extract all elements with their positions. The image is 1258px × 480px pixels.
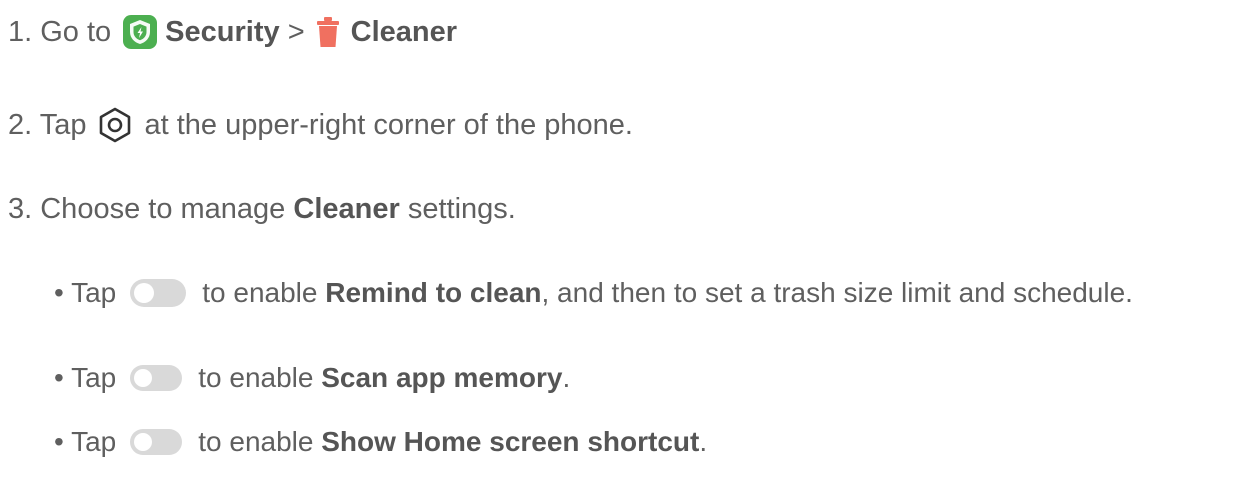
show-home-screen-shortcut-toggle[interactable] <box>130 429 183 455</box>
security-label: Security <box>165 16 280 48</box>
show-home-screen-shortcut-label: Show Home screen shortcut <box>321 426 700 457</box>
step-3: 3. Choose to manage Cleaner settings. <box>8 191 516 227</box>
remind-to-clean-label: Remind to clean <box>325 277 542 308</box>
trash-icon <box>315 16 341 48</box>
toggle-knob <box>134 369 153 387</box>
cleaner-label: Cleaner <box>350 16 458 48</box>
bullet-show-home-screen-shortcut: • Tap to enable Show Home screen shortcu… <box>54 424 707 460</box>
settings-gear-icon <box>98 107 132 143</box>
bullet-prefix: • Tap <box>54 426 117 457</box>
bullet-middle: to enable <box>198 362 314 393</box>
step-3-suffix: settings. <box>407 193 516 225</box>
bullet-scan-app-memory: • Tap to enable Scan app memory . <box>54 360 570 396</box>
step-1-prefix: 1. Go to <box>8 16 112 48</box>
scan-app-memory-label: Scan app memory <box>321 362 563 393</box>
security-shield-icon <box>123 15 158 49</box>
step-2-suffix: at the upper-right corner of the phone. <box>144 109 633 141</box>
toggle-knob <box>134 283 155 303</box>
step-3-cleaner-label: Cleaner <box>293 193 400 225</box>
bullet-middle: to enable <box>198 426 314 457</box>
toggle-knob <box>134 433 153 451</box>
bullet-remind-to-clean: • Tap to enable Remind to clean , and th… <box>54 275 1133 311</box>
remind-to-clean-toggle[interactable] <box>130 279 187 307</box>
scan-app-memory-toggle[interactable] <box>130 365 183 391</box>
step-3-prefix: 3. Choose to manage <box>8 193 286 225</box>
bullet-suffix: , and then to set a trash size limit and… <box>541 277 1133 308</box>
bullet-suffix: . <box>699 426 708 457</box>
bullet-prefix: • Tap <box>54 277 117 308</box>
bullet-prefix: • Tap <box>54 362 117 393</box>
bullet-middle: to enable <box>202 277 318 308</box>
bullet-suffix: . <box>562 362 571 393</box>
step-1: 1. Go to Security > Cleaner <box>8 14 457 50</box>
step-2-prefix: 2. Tap <box>8 109 87 141</box>
path-separator: > <box>287 16 305 48</box>
step-2: 2. Tap at the upper-right corner of the … <box>8 107 633 143</box>
